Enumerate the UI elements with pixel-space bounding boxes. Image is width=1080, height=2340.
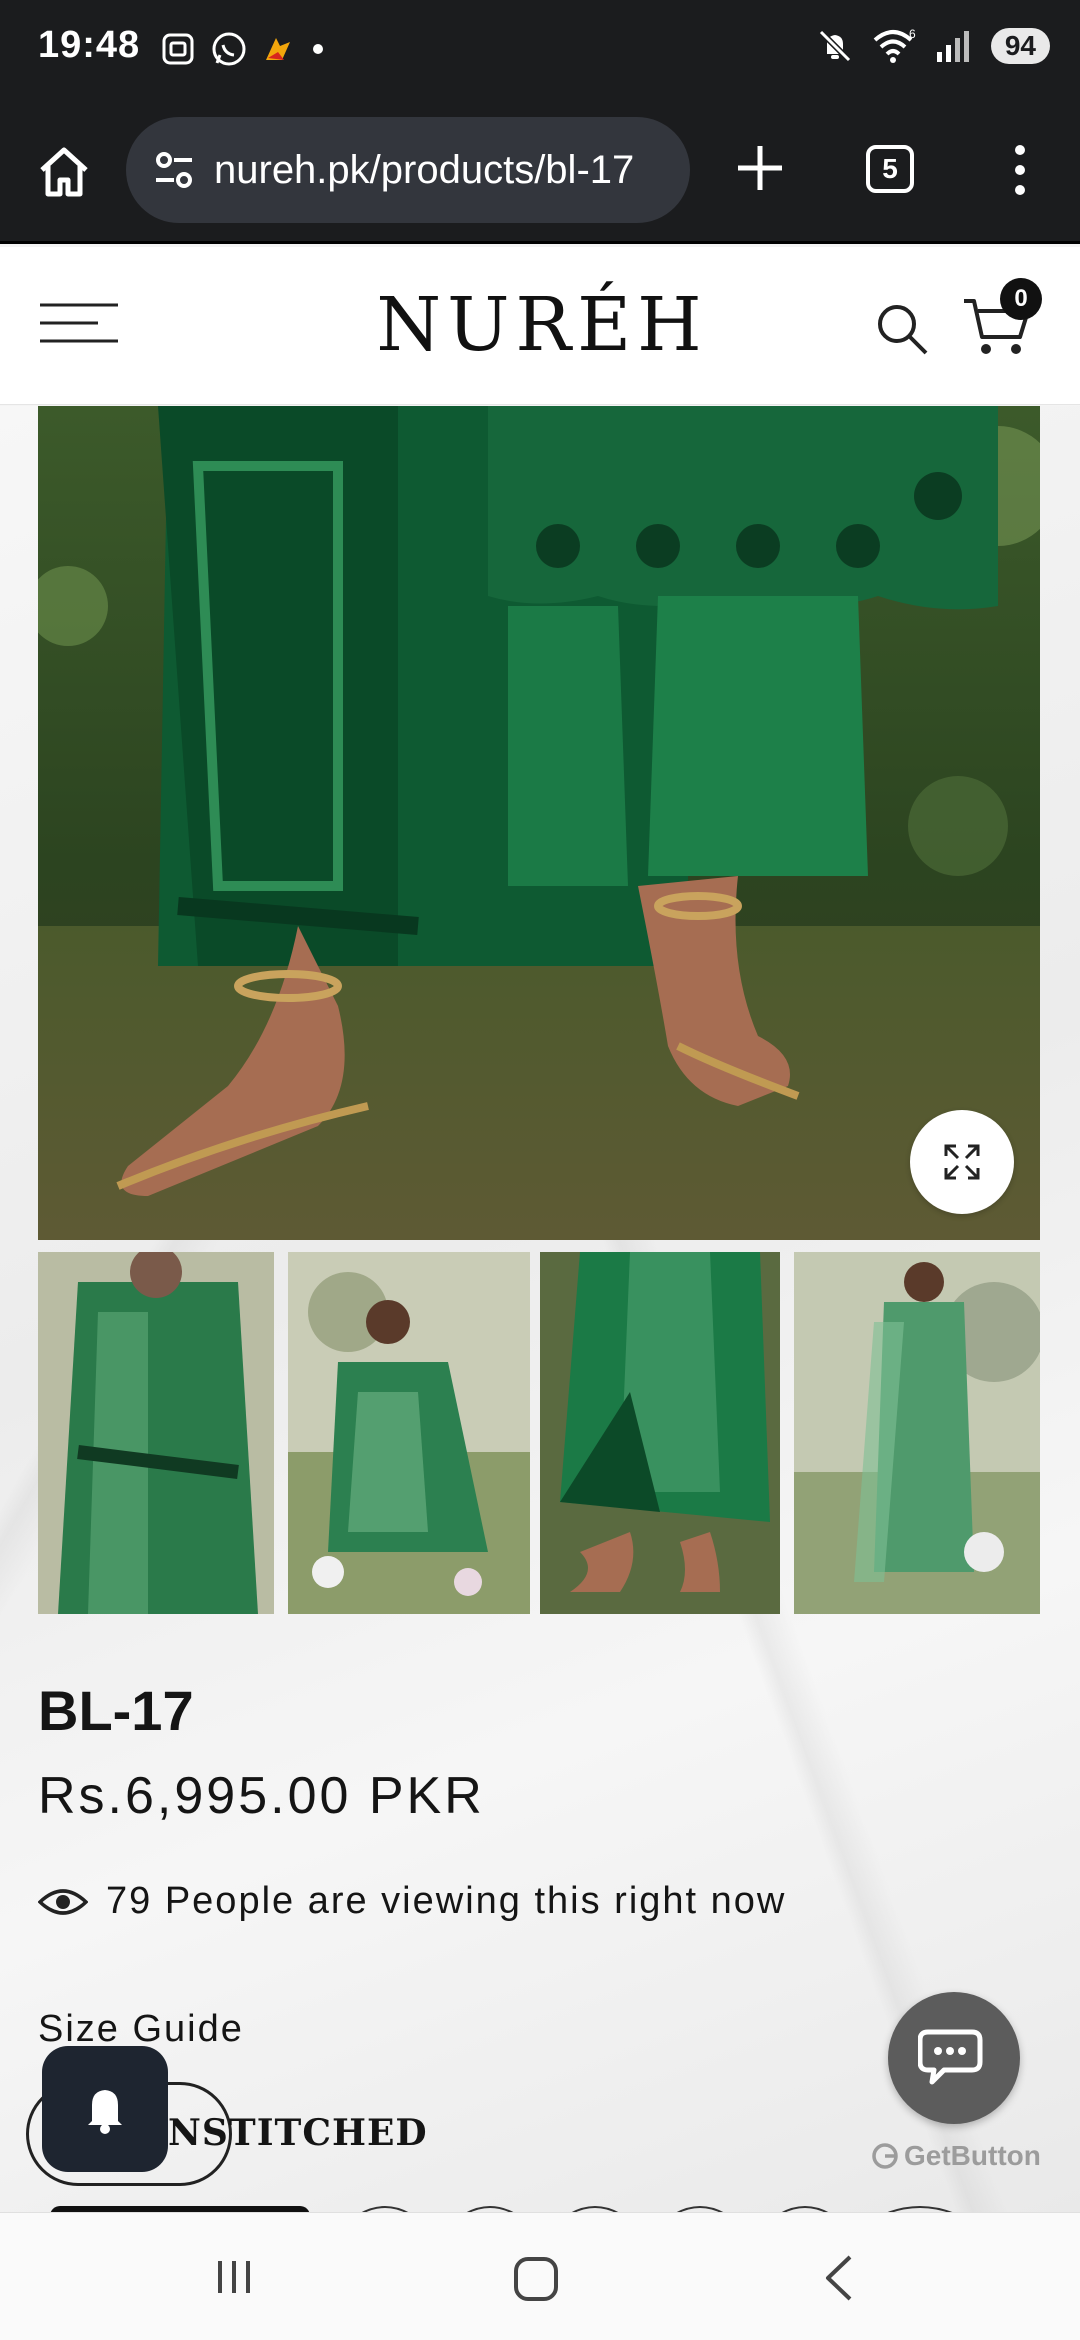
product-price: Rs.6,995.00 PKR xyxy=(38,1767,485,1825)
thumbnail-1[interactable] xyxy=(38,1252,274,1614)
tab-switcher-button[interactable]: 5 xyxy=(866,145,914,193)
site-header: NURÉH xyxy=(0,247,1080,405)
variant-label[interactable]: NSTITCHED xyxy=(168,2112,428,2154)
viewers-text: 79 People are viewing this right now xyxy=(106,1880,787,1922)
site-logo[interactable]: NURÉH xyxy=(376,275,701,375)
expand-icon xyxy=(944,1144,980,1180)
browser-toolbar: nureh.pk/products/bl-17 5 xyxy=(0,100,1080,244)
status-time: 19:48 xyxy=(38,24,141,66)
cart-count-badge: 0 xyxy=(1000,278,1042,320)
home-icon[interactable] xyxy=(34,142,94,202)
screenshot-icon xyxy=(162,33,194,65)
product-thumbnails xyxy=(38,1252,1040,1614)
thumbnail-4[interactable] xyxy=(794,1252,1040,1614)
getbutton-logo-icon xyxy=(872,2143,898,2169)
eye-icon xyxy=(38,1888,88,1915)
site-settings-icon[interactable] xyxy=(150,145,200,195)
thumbnail-2[interactable] xyxy=(288,1252,530,1614)
hamburger-menu-icon[interactable] xyxy=(38,301,120,349)
dot-icon xyxy=(313,44,323,54)
product-photo xyxy=(38,406,1040,1240)
status-icons-right: 6 94 xyxy=(815,26,1050,66)
getbutton-text: GetButton xyxy=(904,2140,1041,2171)
back-nav-icon[interactable] xyxy=(818,2251,858,2305)
url-text[interactable]: nureh.pk/products/bl-17 xyxy=(214,148,634,193)
thumbnail-3[interactable] xyxy=(540,1252,780,1614)
more-menu-icon[interactable] xyxy=(1000,140,1040,200)
new-tab-icon[interactable] xyxy=(730,138,790,198)
logo-text: NURÉH xyxy=(376,282,708,368)
search-icon[interactable] xyxy=(872,299,932,359)
recent-apps-icon[interactable] xyxy=(210,2253,258,2301)
notification-bell-button[interactable] xyxy=(42,2046,168,2172)
svg-text:6: 6 xyxy=(909,27,916,41)
getbutton-branding[interactable]: GetButton xyxy=(870,2140,1041,2172)
mute-icon xyxy=(818,29,851,63)
product-title: BL-17 xyxy=(38,1679,194,1742)
product-main-image[interactable] xyxy=(38,406,1040,1240)
battery-indicator: 94 xyxy=(990,28,1050,64)
expand-image-button[interactable] xyxy=(910,1110,1014,1214)
status-bar: 19:48 6 94 xyxy=(0,0,1080,100)
status-icons-left xyxy=(160,30,326,68)
viewers-notice: 79 People are viewing this right now xyxy=(38,1880,786,1923)
home-nav-icon[interactable] xyxy=(510,2253,562,2305)
size-guide-link[interactable]: Size Guide xyxy=(38,2008,244,2051)
address-bar[interactable]: nureh.pk/products/bl-17 xyxy=(126,117,690,223)
app-icon xyxy=(266,38,290,60)
chat-widget-button[interactable] xyxy=(888,1992,1020,2124)
chat-icon xyxy=(918,2029,983,2085)
signal-icon xyxy=(936,31,969,62)
system-navigation-bar xyxy=(0,2212,1080,2340)
wifi-icon: 6 xyxy=(873,27,916,63)
whatsapp-icon xyxy=(212,32,246,66)
bell-icon xyxy=(88,2090,122,2134)
